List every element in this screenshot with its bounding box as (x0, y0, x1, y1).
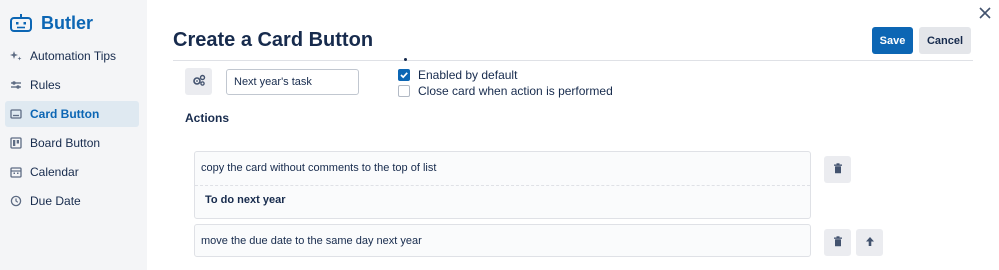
sidebar-item-calendar[interactable]: Calendar (5, 159, 139, 185)
sliders-icon (9, 78, 23, 92)
sidebar-nav: Automation Tips Rules Card Button Board … (5, 43, 139, 217)
header-divider (173, 60, 973, 61)
sidebar-item-board-button[interactable]: Board Button (5, 130, 139, 156)
save-button[interactable]: Save (872, 27, 913, 54)
butler-robot-icon (9, 12, 33, 34)
close-card-option[interactable]: Close card when action is performed (398, 84, 613, 98)
icon-picker-button[interactable] (185, 68, 212, 95)
cancel-button[interactable]: Cancel (919, 27, 971, 54)
board-icon (9, 136, 23, 150)
enabled-by-default-label: Enabled by default (418, 68, 518, 82)
sidebar-item-label: Card Button (30, 107, 100, 121)
sidebar-item-label: Due Date (30, 194, 81, 208)
trash-icon (833, 161, 843, 179)
sidebar-item-rules[interactable]: Rules (5, 72, 139, 98)
trash-icon (833, 234, 843, 252)
delete-action-button[interactable] (824, 229, 851, 256)
arrow-up-icon (865, 234, 875, 252)
calendar-icon (9, 165, 23, 179)
action-text: move the due date to the same day next y… (201, 235, 422, 247)
sidebar-item-label: Automation Tips (30, 49, 117, 63)
delete-action-button[interactable] (824, 156, 851, 183)
brand-title: Butler (41, 12, 94, 33)
sidebar-item-label: Calendar (30, 165, 79, 179)
action-divider (195, 185, 810, 186)
brand[interactable]: Butler (9, 12, 93, 34)
enabled-by-default-option[interactable]: Enabled by default (398, 68, 517, 82)
action-item[interactable]: move the due date to the same day next y… (194, 224, 811, 257)
close-card-checkbox[interactable] (398, 85, 410, 97)
sidebar-item-due-date[interactable]: Due Date (5, 188, 139, 214)
action-text: copy the card without comments to the to… (201, 162, 437, 174)
card-icon (9, 107, 23, 121)
button-name-input[interactable] (226, 69, 359, 95)
sidebar-item-card-button[interactable]: Card Button (5, 101, 139, 127)
options-marker (404, 58, 407, 61)
close-icon[interactable] (977, 5, 993, 21)
actions-heading: Actions (185, 111, 230, 125)
move-action-up-button[interactable] (856, 229, 883, 256)
gears-icon (192, 73, 206, 91)
action-item[interactable]: copy the card without comments to the to… (194, 151, 811, 219)
sparkle-icon (9, 49, 23, 63)
sidebar: Butler Automation Tips Rules Card Button… (0, 0, 147, 270)
sidebar-item-label: Rules (30, 78, 61, 92)
close-card-label: Close card when action is performed (418, 84, 613, 98)
page-title: Create a Card Button (173, 29, 374, 51)
enabled-by-default-checkbox[interactable] (398, 69, 410, 81)
sidebar-item-automation-tips[interactable]: Automation Tips (5, 43, 139, 69)
sidebar-item-label: Board Button (30, 136, 101, 150)
clock-icon (9, 194, 23, 208)
action-list-name: To do next year (205, 194, 286, 206)
